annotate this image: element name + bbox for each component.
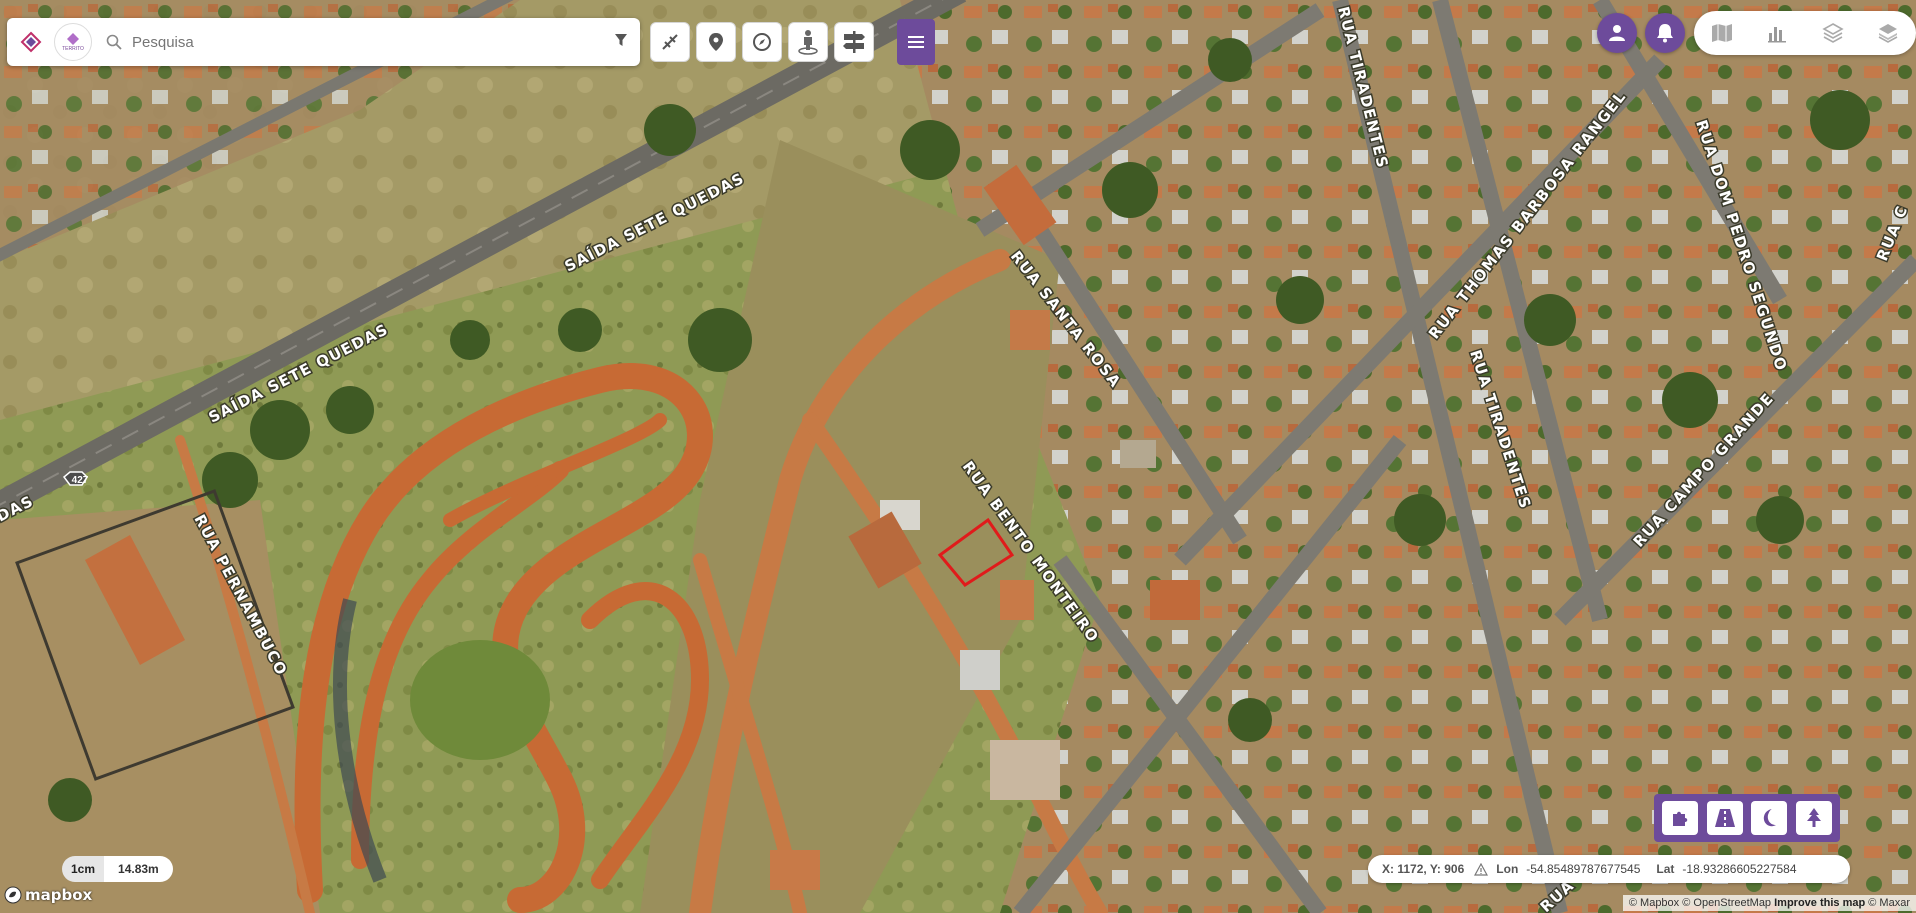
layers-outline-icon	[1822, 23, 1844, 43]
lat-value: -18.93286605227584	[1682, 862, 1797, 876]
layers-filled-icon	[1878, 24, 1898, 43]
search-bar: TERRITO	[7, 18, 640, 66]
tree-icon	[1806, 808, 1821, 827]
lon-label: Lon	[1496, 862, 1519, 876]
attribution-osm[interactable]: © OpenStreetMap	[1682, 897, 1771, 909]
route-shield-number: 427	[72, 475, 89, 486]
mapbox-logo-icon	[4, 886, 22, 904]
cursor-coordinates: X: 1172, Y: 906 Lon -54.85489787677545 L…	[1368, 855, 1850, 883]
filter-icon[interactable]	[614, 32, 628, 48]
map-mode-toolbar	[1654, 794, 1840, 842]
moon-icon	[1763, 809, 1777, 827]
logo-icon	[20, 31, 42, 53]
search-input[interactable]	[130, 32, 494, 52]
attribution: © Mapbox © OpenStreetMap Improve this ma…	[1622, 895, 1916, 911]
plugins-button[interactable]	[1662, 801, 1699, 835]
signpost-icon	[843, 31, 865, 53]
pin-icon	[709, 33, 723, 51]
road-icon	[1714, 809, 1735, 827]
vegetation-button[interactable]	[1795, 801, 1832, 835]
brand-badge: TERRITO	[54, 23, 92, 61]
menu-button[interactable]	[897, 19, 935, 65]
measure-icon	[662, 34, 678, 50]
user-button[interactable]	[1597, 13, 1637, 53]
attribution-maxar[interactable]: © Maxar	[1868, 897, 1910, 909]
scale-value: 14.83m	[104, 856, 173, 882]
app-logo[interactable]	[12, 23, 50, 61]
puzzle-icon	[1673, 811, 1688, 826]
improve-map-link[interactable]: Improve this map	[1774, 897, 1865, 909]
street-view-icon	[798, 30, 818, 55]
map-view-button[interactable]	[1706, 17, 1738, 49]
compass-button[interactable]	[742, 22, 782, 62]
night-mode-button[interactable]	[1751, 801, 1788, 835]
grass-oval	[410, 640, 550, 760]
warning-icon	[1474, 862, 1489, 876]
chart-icon	[1768, 27, 1787, 43]
user-icon	[1609, 25, 1625, 41]
map-icon	[1711, 24, 1732, 42]
satellite-map[interactable]: 427 SAÍDA SETE QUEDAS SAÍDA SETE QUEDAS …	[0, 0, 1916, 913]
statistics-button[interactable]	[1761, 17, 1793, 49]
basemap-switcher	[1694, 11, 1916, 55]
brand-text: TERRITO	[62, 46, 84, 52]
map-toolbar	[650, 18, 874, 66]
route-button[interactable]	[834, 22, 874, 62]
brand-mark-icon	[67, 33, 79, 45]
search-icon	[106, 34, 122, 50]
lat-label: Lat	[1656, 862, 1675, 876]
notifications-button[interactable]	[1645, 13, 1685, 53]
attribution-mapbox[interactable]: © Mapbox	[1629, 897, 1679, 909]
scale-bar: 1cm 14.83m	[62, 856, 173, 882]
layers-outline-button[interactable]	[1817, 17, 1849, 49]
mapbox-logo[interactable]: mapbox	[4, 886, 92, 904]
measure-button[interactable]	[650, 22, 690, 62]
pin-button[interactable]	[696, 22, 736, 62]
mapbox-logo-text: mapbox	[25, 886, 93, 904]
scale-unit: 1cm	[62, 856, 105, 882]
pixel-coords: X: 1172, Y: 906	[1382, 862, 1465, 876]
menu-icon	[908, 36, 924, 48]
bell-icon	[1657, 24, 1673, 43]
compass-icon	[753, 33, 771, 51]
layers-button[interactable]	[1872, 17, 1904, 49]
street-view-button[interactable]	[788, 22, 828, 62]
lon-value: -54.85489787677545	[1526, 862, 1641, 876]
road-button[interactable]	[1706, 801, 1743, 835]
